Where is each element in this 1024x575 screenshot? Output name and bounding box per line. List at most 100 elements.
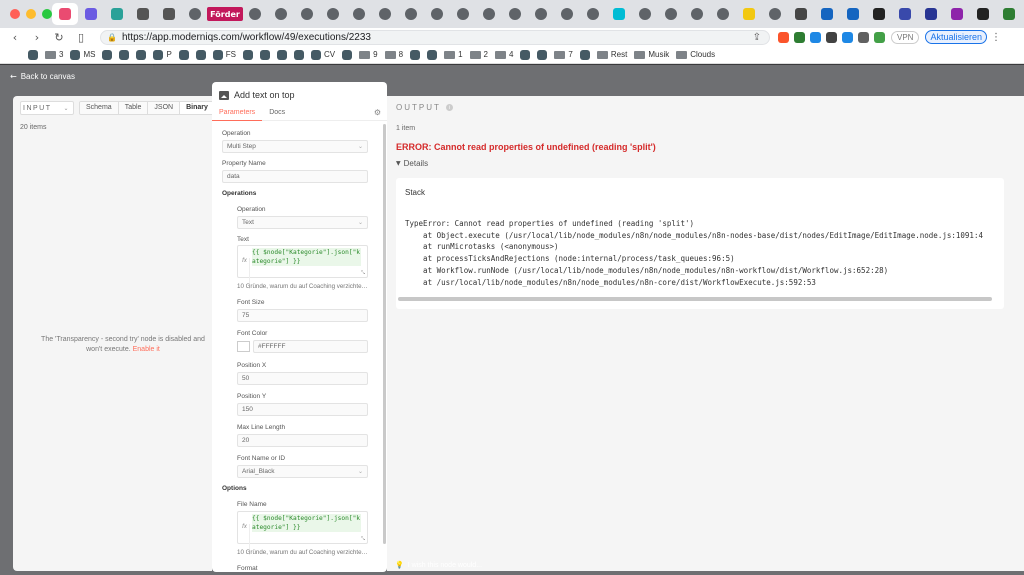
bookmark-item[interactable] [243, 49, 254, 60]
bookmark-item[interactable]: P [153, 49, 172, 60]
forward-arrow-icon[interactable]: › [30, 31, 44, 44]
back-arrow-icon[interactable]: ‹ [8, 31, 22, 44]
browser-tab[interactable] [710, 3, 736, 25]
extension-icon[interactable] [858, 31, 869, 43]
browser-tab[interactable] [346, 3, 372, 25]
bookmark-item[interactable] [260, 49, 271, 60]
browser-tab[interactable] [268, 3, 294, 25]
browser-tab[interactable]: Förder [207, 3, 243, 25]
info-icon[interactable]: i [445, 104, 453, 111]
browser-tab[interactable] [476, 3, 502, 25]
vpn-button[interactable]: VPN [891, 30, 920, 44]
bookmark-item[interactable]: 9 [359, 50, 378, 59]
browser-tab[interactable] [104, 3, 130, 25]
bookmark-item[interactable]: FS [212, 49, 236, 60]
browser-tab[interactable] [398, 3, 424, 25]
bookmark-item[interactable] [427, 49, 438, 60]
bookmark-item[interactable]: Clouds [676, 50, 715, 59]
bookmark-item[interactable] [342, 49, 353, 60]
bookmark-item[interactable] [294, 49, 305, 60]
extension-icon[interactable] [842, 31, 853, 43]
browser-tab[interactable] [840, 3, 866, 25]
browser-tab[interactable] [814, 3, 840, 25]
tab-parameters[interactable]: Parameters [212, 108, 263, 121]
browser-tab[interactable] [294, 3, 320, 25]
browser-tab[interactable] [424, 3, 450, 25]
browser-tab[interactable] [970, 3, 996, 25]
browser-tab[interactable] [320, 3, 346, 25]
browser-tab[interactable] [182, 3, 208, 25]
max-line-length-input[interactable]: 20 [237, 434, 368, 447]
browser-tab[interactable] [554, 3, 580, 25]
bookmark-item[interactable] [537, 49, 548, 60]
bookmark-item[interactable]: CV [311, 49, 335, 60]
update-button[interactable]: Aktualisieren [925, 30, 987, 44]
parameters-scrollbar[interactable] [383, 124, 386, 544]
font-size-input[interactable]: 75 [237, 309, 368, 322]
sub-operation-select[interactable]: Text ⌄ [237, 216, 368, 229]
browser-tab[interactable] [788, 3, 814, 25]
bookmark-item[interactable] [136, 49, 147, 60]
position-x-input[interactable]: 50 [237, 372, 368, 385]
address-bar[interactable]: 🔒 https://app.moderniqs.com/workflow/49/… [100, 29, 770, 45]
bookmark-item[interactable] [579, 49, 590, 60]
property-name-input[interactable]: data [222, 170, 368, 183]
browser-tab[interactable] [892, 3, 918, 25]
font-name-select[interactable]: Arial_Black ⌄ [237, 465, 368, 478]
node-title-text[interactable]: Add text on top [234, 90, 295, 100]
resize-icon[interactable]: ⤡ [361, 270, 365, 276]
position-y-input[interactable]: 150 [237, 403, 368, 416]
bookmark-item[interactable]: 2 [469, 50, 488, 59]
browser-tab[interactable] [658, 3, 684, 25]
stack-horizontal-scrollbar[interactable] [398, 297, 992, 301]
color-swatch[interactable] [237, 341, 250, 352]
browser-tab[interactable] [580, 3, 606, 25]
operation-select[interactable]: Multi Step ⌄ [222, 140, 368, 153]
browser-tab[interactable] [944, 3, 970, 25]
bookmark-item[interactable] [119, 49, 130, 60]
browser-tab[interactable] [736, 3, 762, 25]
reload-icon[interactable]: ↻ [52, 31, 66, 44]
bookmark-item[interactable] [195, 49, 206, 60]
mode-table-button[interactable]: Table [118, 102, 149, 114]
bookmark-item[interactable]: Musik [634, 50, 669, 59]
browser-tab[interactable] [866, 3, 892, 25]
bookmark-item[interactable] [410, 49, 421, 60]
brave-shield-icon[interactable] [778, 31, 789, 43]
enable-it-link[interactable]: Enable it [133, 346, 160, 353]
back-to-canvas-link[interactable]: ← Back to canvas [10, 72, 75, 81]
browser-tab[interactable] [762, 3, 788, 25]
text-expression-editor[interactable]: fx {{ $node["Kategorie"].json["kategorie… [237, 245, 368, 289]
browser-tab[interactable] [156, 3, 182, 25]
browser-tab[interactable] [606, 3, 632, 25]
browser-tab[interactable] [632, 3, 658, 25]
bookmark-item[interactable]: 4 [494, 50, 513, 59]
extension-icon[interactable] [874, 31, 885, 43]
font-color-input[interactable]: #FFFFFF [253, 340, 368, 353]
tab-docs[interactable]: Docs [262, 108, 292, 121]
browser-tab[interactable] [684, 3, 710, 25]
gear-icon[interactable]: ⚙ [374, 108, 381, 117]
browser-tab[interactable] [450, 3, 476, 25]
bookmark-item[interactable]: 8 [384, 50, 403, 59]
browser-tab[interactable] [996, 3, 1022, 25]
browser-tab[interactable] [130, 3, 156, 25]
browser-tab[interactable] [372, 3, 398, 25]
browser-tab[interactable] [52, 3, 78, 25]
browser-tab[interactable] [918, 3, 944, 25]
bookmark-item[interactable] [28, 49, 38, 60]
browser-tab[interactable] [502, 3, 528, 25]
bookmark-item[interactable] [102, 49, 113, 60]
browser-tab[interactable] [242, 3, 268, 25]
file-name-expression-editor[interactable]: fx {{ $node["Kategorie"].json["kategorie… [237, 511, 368, 555]
share-icon[interactable]: ⇪ [753, 32, 761, 43]
bookmark-item[interactable]: Rest [596, 50, 627, 59]
mode-schema-button[interactable]: Schema [80, 102, 119, 114]
bookmark-item[interactable]: 1 [444, 50, 463, 59]
bookmark-item[interactable]: MS [70, 49, 95, 60]
bookmark-item[interactable]: 3 [45, 50, 63, 59]
browser-tab[interactable] [78, 3, 104, 25]
mode-json-button[interactable]: JSON [148, 102, 181, 114]
bookmark-item[interactable] [520, 49, 531, 60]
mode-binary-button[interactable]: Binary [180, 102, 214, 114]
